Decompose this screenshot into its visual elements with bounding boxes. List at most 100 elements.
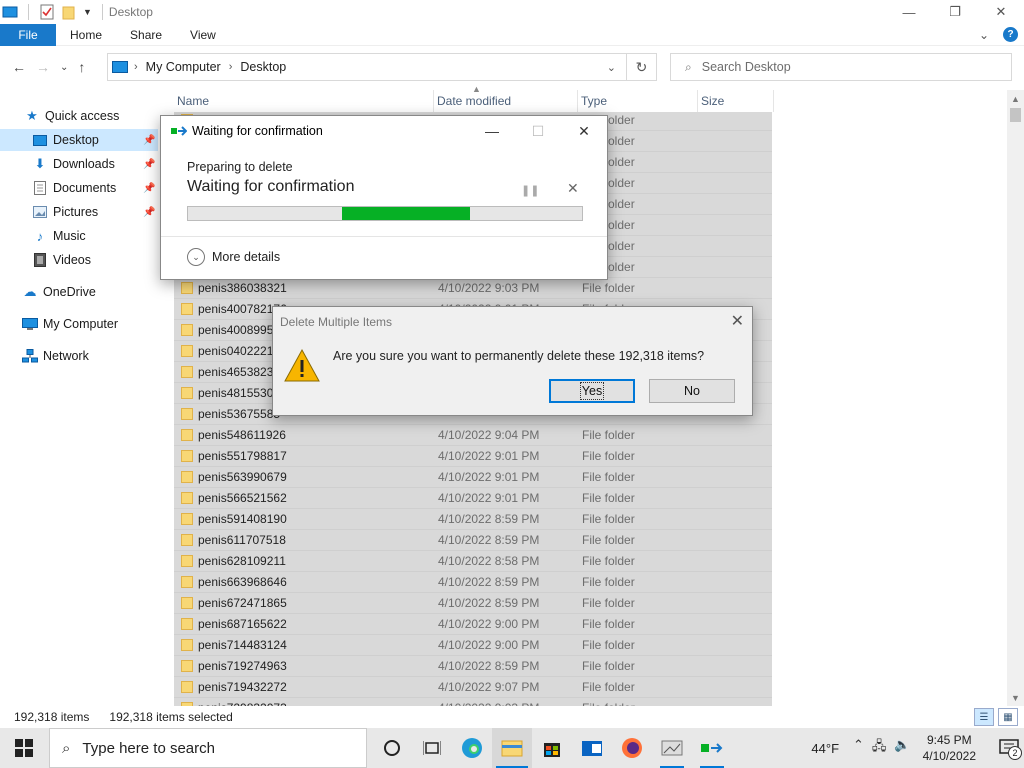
table-row[interactable]: penis548611926 4/10/2022 9:04 PM File fold…: [174, 425, 772, 446]
table-row[interactable]: penis386038321 4/10/2022 9:03 PM File fold…: [174, 278, 772, 299]
table-row[interactable]: penis628109211 4/10/2022 8:58 PM File fold…: [174, 551, 772, 572]
network-icon[interactable]: 🖧: [872, 737, 887, 759]
details-view-icon[interactable]: ☰: [974, 708, 994, 726]
pause-icon[interactable]: ❚❚: [521, 184, 539, 197]
tab-share[interactable]: Share: [116, 28, 176, 42]
properties-icon[interactable]: [39, 4, 55, 20]
table-row[interactable]: penis663968646 4/10/2022 8:59 PM File fold…: [174, 572, 772, 593]
nav-documents[interactable]: Documents 📌: [32, 177, 155, 199]
divider: [161, 236, 607, 237]
table-row[interactable]: penis611707518 4/10/2022 8:59 PM File fold…: [174, 530, 772, 551]
firefox-icon[interactable]: [612, 728, 652, 768]
nav-pictures[interactable]: Pictures 📌: [32, 201, 155, 223]
notifications-icon[interactable]: 2: [994, 728, 1024, 768]
recent-locations-chevron-icon[interactable]: ⌄: [60, 59, 68, 75]
pin-icon[interactable]: 📌: [143, 159, 155, 170]
file-date: 4/10/2022 8:59 PM: [438, 575, 540, 589]
nav-desktop[interactable]: Desktop 📌: [0, 129, 158, 151]
refresh-icon[interactable]: ↻: [626, 54, 656, 80]
new-folder-icon[interactable]: [61, 4, 77, 20]
navigation-buttons: ← → ⌄ ↑: [0, 59, 104, 75]
table-row[interactable]: penis7298320734/10/2022 9:03 PMFile fold…: [174, 698, 772, 706]
nav-network[interactable]: Network: [22, 345, 89, 367]
file-explorer-icon[interactable]: [492, 728, 532, 768]
scroll-thumb[interactable]: [1010, 108, 1021, 122]
folder-icon: [181, 555, 193, 567]
close-button[interactable]: ✕: [978, 0, 1024, 24]
table-row[interactable]: penis563990679 4/10/2022 9:01 PM File fold…: [174, 467, 772, 488]
column-type[interactable]: Type: [578, 90, 698, 112]
photos-icon[interactable]: [652, 728, 692, 768]
outlook-icon[interactable]: [572, 728, 612, 768]
file-type: File folder: [582, 680, 635, 694]
file-type: File folder: [582, 281, 635, 295]
chevron-up-icon[interactable]: ⌃: [853, 737, 864, 759]
file-operation-icon[interactable]: [692, 728, 732, 768]
nav-music[interactable]: ♪ Music: [32, 225, 86, 247]
progress-dialog-controls: — ☐ ✕: [469, 116, 607, 146]
address-dropdown-chevron-icon[interactable]: ⌄: [607, 61, 616, 74]
file-type: File folder: [582, 470, 635, 484]
forward-arrow-icon[interactable]: →: [36, 59, 50, 75]
expand-ribbon-chevron-icon[interactable]: ⌄: [979, 28, 989, 42]
volume-icon[interactable]: 🔈: [894, 737, 910, 759]
column-date-modified[interactable]: Date modified: [434, 90, 578, 112]
store-icon[interactable]: [532, 728, 572, 768]
stop-icon[interactable]: ✕: [567, 180, 579, 197]
scroll-down-arrow-icon[interactable]: ▼: [1007, 689, 1024, 706]
close-icon[interactable]: ✕: [731, 311, 744, 331]
table-row[interactable]: penis719274963 4/10/2022 8:59 PM File fold…: [174, 656, 772, 677]
breadcrumb-chevron-icon[interactable]: ›: [134, 61, 138, 73]
tray-icons: ⌃ 🖧 🔈: [853, 737, 911, 759]
clock[interactable]: 9:45 PM 4/10/2022: [923, 732, 976, 764]
no-button[interactable]: No: [649, 379, 735, 403]
vertical-scrollbar[interactable]: ▲ ▼: [1007, 90, 1024, 706]
tab-home[interactable]: Home: [56, 28, 116, 42]
weather-widget[interactable]: 44°F: [811, 741, 839, 756]
pin-icon[interactable]: 📌: [143, 135, 155, 146]
back-arrow-icon[interactable]: ←: [12, 59, 26, 75]
scroll-up-arrow-icon[interactable]: ▲: [1007, 90, 1024, 107]
notification-count: 2: [1008, 746, 1022, 760]
folder-icon: [181, 282, 193, 294]
table-row[interactable]: penis591408190 4/10/2022 8:59 PM File fold…: [174, 509, 772, 530]
breadcrumb-chevron-icon[interactable]: ›: [229, 61, 233, 73]
maximize-button[interactable]: ❐: [932, 0, 978, 24]
nav-quick-access[interactable]: ★ Quick access: [24, 105, 119, 127]
table-row[interactable]: penis687165622 4/10/2022 9:00 PM File fold…: [174, 614, 772, 635]
search-input[interactable]: ⌕ Search Desktop: [670, 53, 1012, 81]
tab-view[interactable]: View: [176, 28, 230, 42]
customize-toolbar-chevron-icon[interactable]: ▼: [83, 7, 92, 17]
pin-icon[interactable]: 📌: [143, 207, 155, 218]
close-button[interactable]: ✕: [561, 116, 607, 146]
minimize-button[interactable]: —: [886, 0, 932, 24]
table-row[interactable]: penis566521562 4/10/2022 9:01 PM File fold…: [174, 488, 772, 509]
nav-videos[interactable]: Videos: [32, 249, 91, 271]
pin-icon[interactable]: 📌: [143, 183, 155, 194]
table-row[interactable]: penis714483124 4/10/2022 9:00 PM File fold…: [174, 635, 772, 656]
taskbar-search-input[interactable]: ⌕ Type here to search: [49, 728, 367, 768]
address-bar[interactable]: › My Computer › Desktop ⌄ ↻: [107, 53, 657, 81]
help-icon[interactable]: ?: [1003, 27, 1018, 42]
breadcrumb-desktop[interactable]: Desktop: [240, 60, 286, 74]
table-row[interactable]: penis672471865 4/10/2022 8:59 PM File fold…: [174, 593, 772, 614]
nav-onedrive[interactable]: ☁ OneDrive: [22, 281, 96, 303]
column-size[interactable]: Size: [698, 90, 774, 112]
nav-my-computer[interactable]: My Computer: [22, 313, 118, 335]
start-button[interactable]: [0, 728, 48, 768]
column-name[interactable]: Name: [174, 90, 434, 112]
tab-file[interactable]: File: [0, 23, 56, 46]
task-view-icon[interactable]: [412, 728, 452, 768]
breadcrumb-my-computer[interactable]: My Computer: [146, 60, 221, 74]
up-arrow-icon[interactable]: ↑: [78, 59, 85, 75]
table-row[interactable]: penis551798817 4/10/2022 9:01 PM File fold…: [174, 446, 772, 467]
edge-browser-icon[interactable]: [452, 728, 492, 768]
nav-downloads[interactable]: ⬇ Downloads 📌: [32, 153, 156, 175]
yes-button[interactable]: Yes: [549, 379, 635, 403]
table-row[interactable]: penis719432272 4/10/2022 9:07 PM File fold…: [174, 677, 772, 698]
more-details-button[interactable]: ⌄ More details: [187, 248, 280, 266]
cortana-icon[interactable]: [372, 728, 412, 768]
minimize-button[interactable]: —: [469, 116, 515, 146]
file-date: 4/10/2022 9:00 PM: [438, 638, 540, 652]
large-icons-view-icon[interactable]: ▦: [998, 708, 1018, 726]
